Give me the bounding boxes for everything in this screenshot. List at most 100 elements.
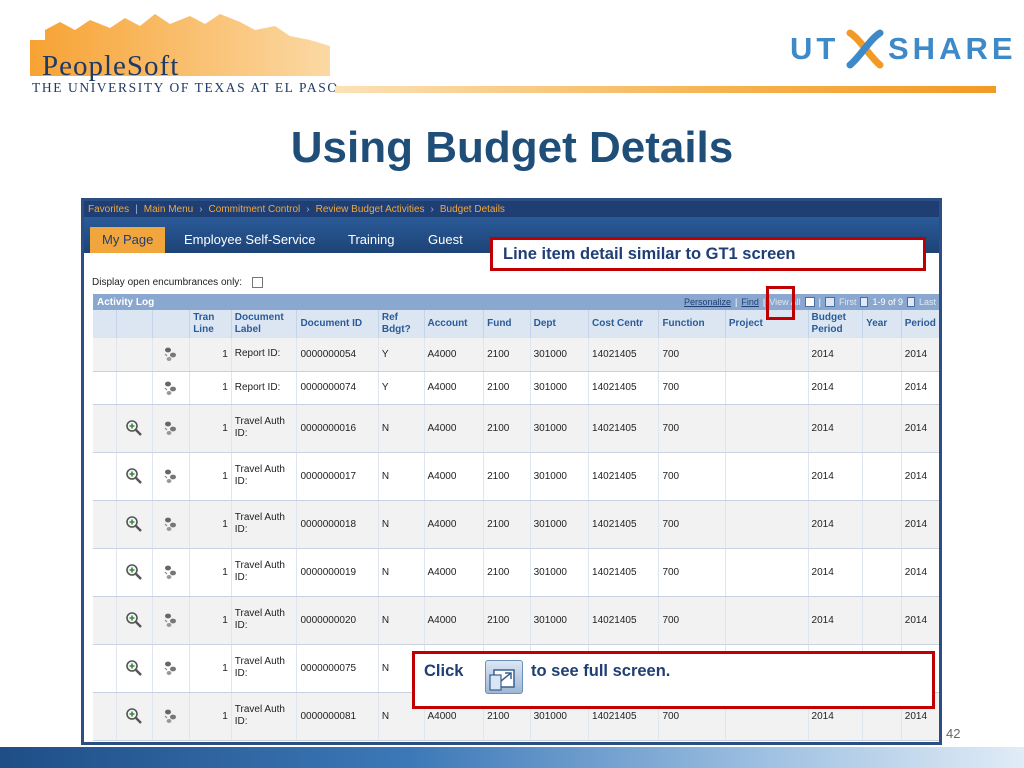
zoom-cell[interactable] [116,548,153,597]
grid-header-row: Tran Line Document Label Document ID Ref… [93,310,939,338]
dept: 301000 [530,404,590,453]
drilldown-icon[interactable] [162,345,180,363]
column-header-cost-centr[interactable]: Cost Centr [588,310,660,338]
tab-employee-self-service[interactable]: Employee Self-Service [172,227,328,253]
table-row: 1 Report ID: 0000000074 Y A4000 2100 301000 140… [93,371,939,405]
magnifier-plus-icon[interactable] [125,707,143,725]
full-screen-icon[interactable] [804,297,815,307]
column-header-period[interactable]: Period [901,310,939,338]
tab-my-page[interactable]: My Page [90,227,166,253]
footer-bar [0,747,1024,768]
dept: 301000 [530,548,590,597]
document-label: Travel Auth ID: [231,452,298,501]
row-spacer [93,404,117,453]
first-link[interactable]: First [839,297,857,307]
column-header-fund[interactable]: Fund [483,310,531,338]
tran-line: 1 [189,404,232,453]
magnifier-plus-icon[interactable] [125,467,143,485]
drilldown-cell[interactable] [152,692,191,741]
find-link[interactable]: Find [741,297,759,307]
year [862,338,902,372]
drilldown-cell[interactable] [152,500,191,549]
activity-log-header: Activity Log Personalize | Find | View A… [93,294,939,310]
row-spacer [93,338,117,372]
drilldown-cell[interactable] [152,548,191,597]
drilldown-icon[interactable] [162,611,180,629]
cost-centr: 14021405 [588,452,660,501]
column-header-document-label[interactable]: Document Label [231,310,298,338]
drilldown-cell[interactable] [152,644,191,693]
document-id: 0000000017 [296,452,379,501]
display-open-checkbox[interactable] [252,277,264,288]
document-label: Travel Auth ID: [231,500,298,549]
magnifier-plus-icon[interactable] [125,659,143,677]
drilldown-cell[interactable] [152,404,191,453]
breadcrumb-review-budget-activities[interactable]: Review Budget Activities [316,204,425,215]
project [725,452,809,501]
function: 700 [658,404,726,453]
zoom-cell[interactable] [116,500,153,549]
project [725,338,809,372]
fund: 2100 [483,452,531,501]
column-header-account[interactable]: Account [424,310,485,338]
breadcrumb-separator: › [199,203,203,215]
column-header-document-id[interactable]: Document ID [296,310,379,338]
zoom-cell[interactable] [116,596,153,645]
function: 700 [658,500,726,549]
document-label: Travel Auth ID: [231,596,298,645]
column-header-year[interactable]: Year [862,310,902,338]
column-header-dept[interactable]: Dept [530,310,590,338]
tran-line: 1 [189,644,232,693]
ref-bdgt: N [378,500,425,549]
table-row: 1 Travel Auth ID: 0000000019 N A4000 2100 3010… [93,548,939,597]
function: 700 [658,338,726,372]
breadcrumb-budget-details[interactable]: Budget Details [440,204,505,215]
breadcrumb-favorites[interactable]: Favorites [88,204,129,215]
tran-line: 1 [189,371,232,405]
next-arrow-icon[interactable] [906,297,915,307]
year [862,371,902,405]
drilldown-cell[interactable] [152,338,191,372]
drilldown-cell[interactable] [152,596,191,645]
magnifier-plus-icon[interactable] [125,563,143,581]
account: A4000 [424,404,485,453]
drilldown-icon[interactable] [162,379,180,397]
magnifier-plus-icon[interactable] [125,515,143,533]
drilldown-icon[interactable] [162,707,180,725]
tab-training[interactable]: Training [336,227,406,253]
breadcrumb-main-menu[interactable]: Main Menu [144,204,193,215]
drilldown-icon[interactable] [162,515,180,533]
drilldown-cell[interactable] [152,371,191,405]
drilldown-cell[interactable] [152,452,191,501]
drilldown-icon[interactable] [162,419,180,437]
last-link[interactable]: Last [919,297,936,307]
budget-period: 2014 [808,500,864,549]
previous-arrow-icon[interactable] [860,297,869,307]
account: A4000 [424,338,485,372]
zoom-cell[interactable] [116,452,153,501]
column-header-budget-period[interactable]: Budget Period [808,310,864,338]
ut-share-left: UT [790,31,840,66]
cost-centr: 14021405 [588,404,660,453]
breadcrumb-commitment-control[interactable]: Commitment Control [209,204,301,215]
tab-guest[interactable]: Guest [416,227,475,253]
drilldown-icon[interactable] [162,659,180,677]
personalize-link[interactable]: Personalize [684,297,731,307]
zoom-cell[interactable] [116,404,153,453]
row-spacer [93,452,117,501]
column-header [152,310,191,338]
drilldown-icon[interactable] [162,563,180,581]
column-header-tran-line[interactable]: Tran Line [189,310,232,338]
download-grid-icon[interactable] [824,297,835,307]
column-header [93,310,117,338]
magnifier-plus-icon[interactable] [125,419,143,437]
view-all-icon-highlight [766,286,795,320]
zoom-cell[interactable] [116,692,153,741]
column-header-ref-bdgt[interactable]: Ref Bdgt? [378,310,425,338]
zoom-cell[interactable] [116,644,153,693]
column-header-function[interactable]: Function [658,310,726,338]
drilldown-icon[interactable] [162,467,180,485]
magnifier-plus-icon[interactable] [125,611,143,629]
cost-centr: 14021405 [588,500,660,549]
document-id: 0000000018 [296,500,379,549]
